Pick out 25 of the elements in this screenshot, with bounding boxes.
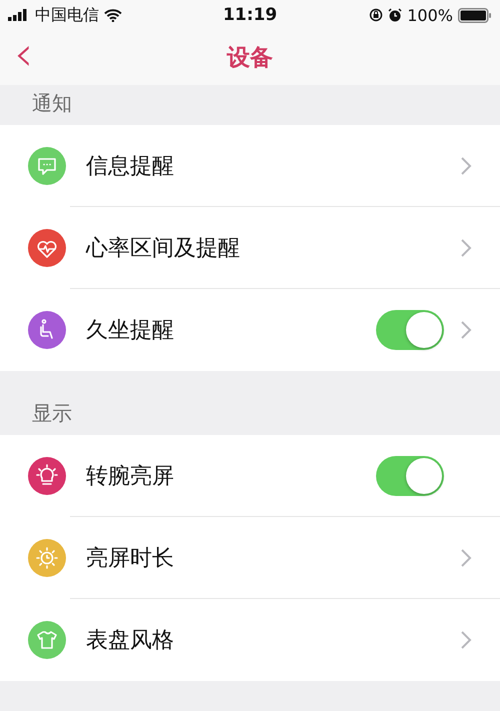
page-title: 设备 (226, 44, 274, 73)
row-label: 表盘风格 (86, 627, 175, 655)
row-label: 心率区间及提醒 (86, 235, 241, 263)
settings-row[interactable]: 亮屏时长 (0, 517, 500, 599)
alarm-icon (388, 8, 402, 22)
wifi-icon (104, 8, 122, 22)
settings-row[interactable]: 转腕亮屏 (0, 435, 500, 517)
row-label: 信息提醒 (86, 153, 175, 181)
toggle-switch[interactable] (376, 310, 444, 350)
back-button[interactable]: ‹ (0, 34, 34, 82)
row-label: 转腕亮屏 (86, 463, 175, 491)
settings-row[interactable]: 心率区间及提醒 (0, 207, 500, 289)
section-header: 显示 (32, 400, 72, 427)
clock-time: 11:19 (222, 5, 278, 25)
rotation-lock-icon (369, 8, 384, 22)
section-header: 通知 (32, 90, 72, 117)
battery-icon (458, 8, 492, 22)
toggle-switch[interactable] (376, 456, 444, 496)
settings-row[interactable]: 表盘风格 (0, 599, 500, 681)
settings-row[interactable]: 信息提醒 (0, 125, 500, 207)
settings-row[interactable]: 久坐提醒 (0, 289, 500, 371)
row-label: 亮屏时长 (86, 545, 175, 573)
carrier-name: 中国电信 (35, 4, 99, 26)
battery-percent: 100% (407, 6, 453, 24)
row-label: 久坐提醒 (86, 317, 175, 345)
